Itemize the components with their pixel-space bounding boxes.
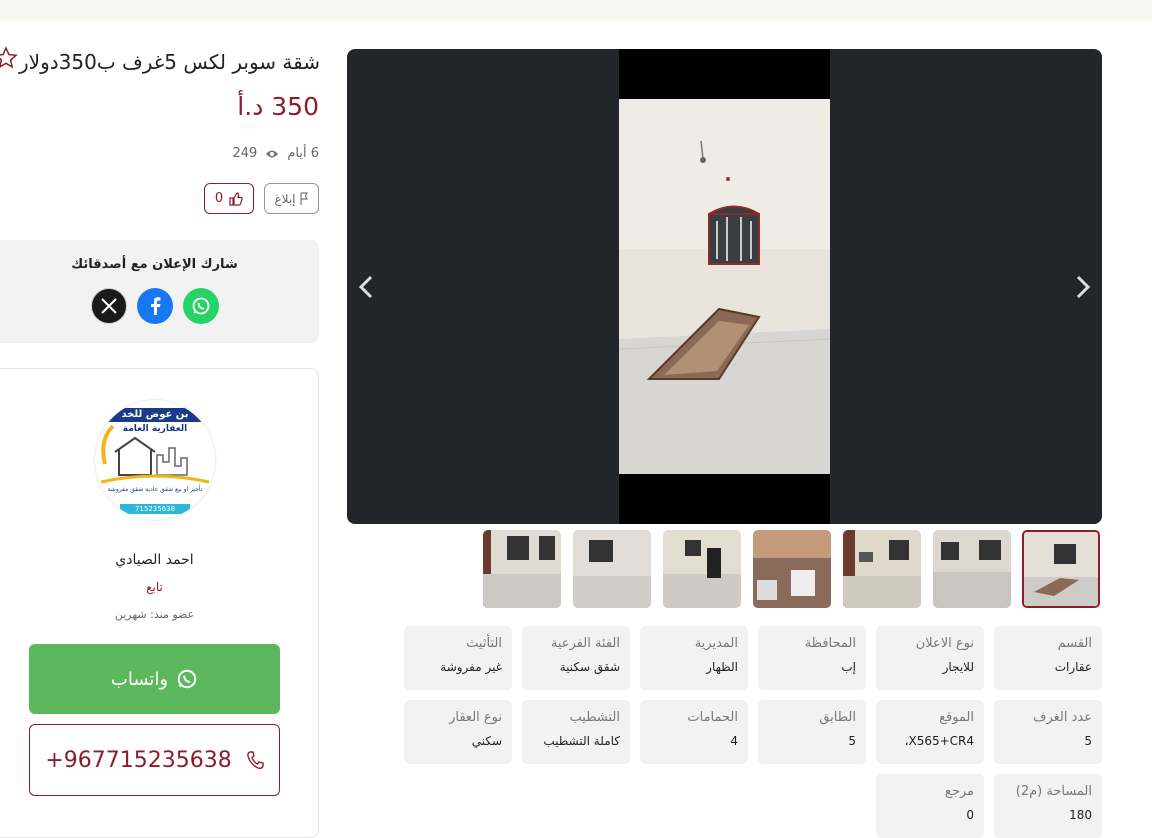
member-since: عضو منذ: شهرين bbox=[114, 608, 195, 621]
gallery-prev-arrow-icon[interactable] bbox=[355, 271, 379, 303]
gallery-thumbnail[interactable] bbox=[573, 530, 651, 608]
detail-label: التأثيث bbox=[466, 636, 502, 651]
detail-card-area: المساحة (م2) 180 bbox=[994, 774, 1102, 838]
gallery-thumbnail[interactable] bbox=[933, 530, 1011, 608]
detail-card-ad-type: نوع الاعلان للايجار bbox=[876, 626, 984, 690]
detail-value: غير مفروشة bbox=[440, 660, 502, 674]
detail-card-furnishing: التأثيث غير مفروشة bbox=[404, 626, 512, 690]
detail-value: الظهار bbox=[706, 660, 738, 674]
phone-number: +967715235638 bbox=[45, 747, 232, 773]
logo-line1: بن عوض للخد bbox=[121, 409, 189, 420]
report-label: إبلاغ bbox=[274, 191, 296, 206]
detail-label: المديرية bbox=[694, 636, 738, 651]
gallery-thumbnail[interactable] bbox=[843, 530, 921, 608]
detail-card-floor: الطابق 5 bbox=[758, 700, 866, 764]
seller-avatar[interactable]: بن عوض للخد العقارية العامة تأجير او بيع… bbox=[95, 400, 215, 520]
thumbs-up-icon bbox=[229, 191, 243, 206]
gallery-thumbnail[interactable] bbox=[483, 530, 561, 608]
detail-label: الطابق bbox=[819, 710, 856, 725]
like-count: 0 bbox=[214, 191, 224, 206]
detail-card-bathrooms: الحمامات 4 bbox=[640, 700, 748, 764]
eye-icon bbox=[266, 150, 279, 157]
detail-value: عقارات bbox=[1054, 660, 1092, 674]
detail-label: نوع الاعلان bbox=[915, 636, 974, 651]
detail-label: الحمامات bbox=[687, 710, 738, 725]
detail-value: X565+CR4، bbox=[904, 734, 974, 748]
phone-icon bbox=[246, 751, 264, 769]
favorite-star-icon[interactable] bbox=[0, 46, 18, 70]
share-title: شارك الإعلان مع أصدقائك bbox=[71, 257, 238, 272]
detail-value: 5 bbox=[1084, 734, 1092, 748]
detail-value: سكني bbox=[471, 734, 502, 748]
detail-label: مرجع bbox=[944, 784, 974, 799]
facebook-icon bbox=[151, 297, 161, 315]
phone-contact-button[interactable]: +967715235638 bbox=[29, 724, 280, 796]
whatsapp-label: واتساب bbox=[110, 668, 169, 690]
gallery-next-arrow-icon[interactable] bbox=[1070, 271, 1094, 303]
detail-card-governorate: المحافظة إب bbox=[758, 626, 866, 690]
detail-card-district: المديرية الظهار bbox=[640, 626, 748, 690]
gallery-thumbnail[interactable] bbox=[1022, 530, 1100, 608]
image-gallery[interactable] bbox=[347, 49, 1102, 524]
detail-value: 4 bbox=[730, 734, 738, 748]
detail-card-finishing: التشطيب كاملة التشطيب bbox=[522, 700, 630, 764]
detail-card-rooms: عدد الغرف 5 bbox=[994, 700, 1102, 764]
detail-card-location: الموقع X565+CR4، bbox=[876, 700, 984, 764]
detail-card-reference: مرجع 0 bbox=[876, 774, 984, 838]
whatsapp-icon bbox=[177, 669, 197, 689]
follow-button[interactable]: تابع bbox=[0, 580, 309, 594]
detail-label: الفئة الفرعية bbox=[550, 636, 620, 651]
detail-value: 180 bbox=[1069, 808, 1092, 822]
detail-value: شقق سكنية bbox=[559, 660, 620, 674]
detail-label: نوع العقار bbox=[449, 710, 502, 725]
gallery-thumbnail[interactable] bbox=[663, 530, 741, 608]
logo-line3: تأجير او بيع شقق عادية شقق مفروشة bbox=[107, 486, 203, 493]
detail-value: كاملة التشطيب bbox=[543, 734, 620, 748]
share-box: شارك الإعلان مع أصدقائك bbox=[0, 240, 319, 343]
detail-label: عدد الغرف bbox=[1033, 710, 1092, 725]
detail-card-property-type: نوع العقار سكني bbox=[404, 700, 512, 764]
share-facebook-button[interactable] bbox=[137, 288, 173, 324]
whatsapp-contact-button[interactable]: واتساب bbox=[29, 644, 280, 714]
logo-phone: 715235638 bbox=[134, 505, 176, 513]
report-button[interactable]: إبلاغ bbox=[264, 183, 319, 214]
detail-value: 5 bbox=[848, 734, 856, 748]
detail-value: إب bbox=[841, 660, 856, 674]
x-icon bbox=[101, 298, 117, 314]
listing-meta: 6 أيام 249 bbox=[233, 146, 319, 161]
detail-value: 0 bbox=[966, 808, 974, 822]
view-count: 249 bbox=[232, 146, 258, 161]
flag-icon bbox=[299, 191, 308, 205]
top-strip bbox=[0, 0, 1152, 20]
detail-label: التشطيب bbox=[569, 710, 620, 725]
detail-value: للايجار bbox=[942, 660, 974, 674]
share-whatsapp-button[interactable] bbox=[183, 288, 219, 324]
listing-title: شقة سوبر لكس 5غرف ب350دولار bbox=[19, 50, 320, 74]
detail-card-subcategory: الفئة الفرعية شقق سكنية bbox=[522, 626, 630, 690]
seller-name[interactable]: احمد الصيادي bbox=[0, 552, 309, 568]
logo-line2: العقارية العامة bbox=[122, 424, 188, 434]
listing-price: 350 د.أ bbox=[237, 92, 319, 121]
like-button[interactable]: 0 bbox=[204, 183, 254, 214]
detail-label: المحافظة bbox=[804, 636, 856, 651]
detail-label: الموقع bbox=[939, 710, 974, 725]
share-x-button[interactable] bbox=[91, 288, 127, 324]
whatsapp-icon bbox=[192, 297, 210, 315]
detail-label: القسم bbox=[1057, 636, 1092, 651]
detail-label: المساحة (م2) bbox=[1015, 784, 1092, 799]
gallery-main-image bbox=[619, 49, 830, 524]
listing-age: 6 أيام bbox=[287, 146, 319, 161]
detail-card-category: القسم عقارات bbox=[994, 626, 1102, 690]
gallery-thumbnail[interactable] bbox=[753, 530, 831, 608]
